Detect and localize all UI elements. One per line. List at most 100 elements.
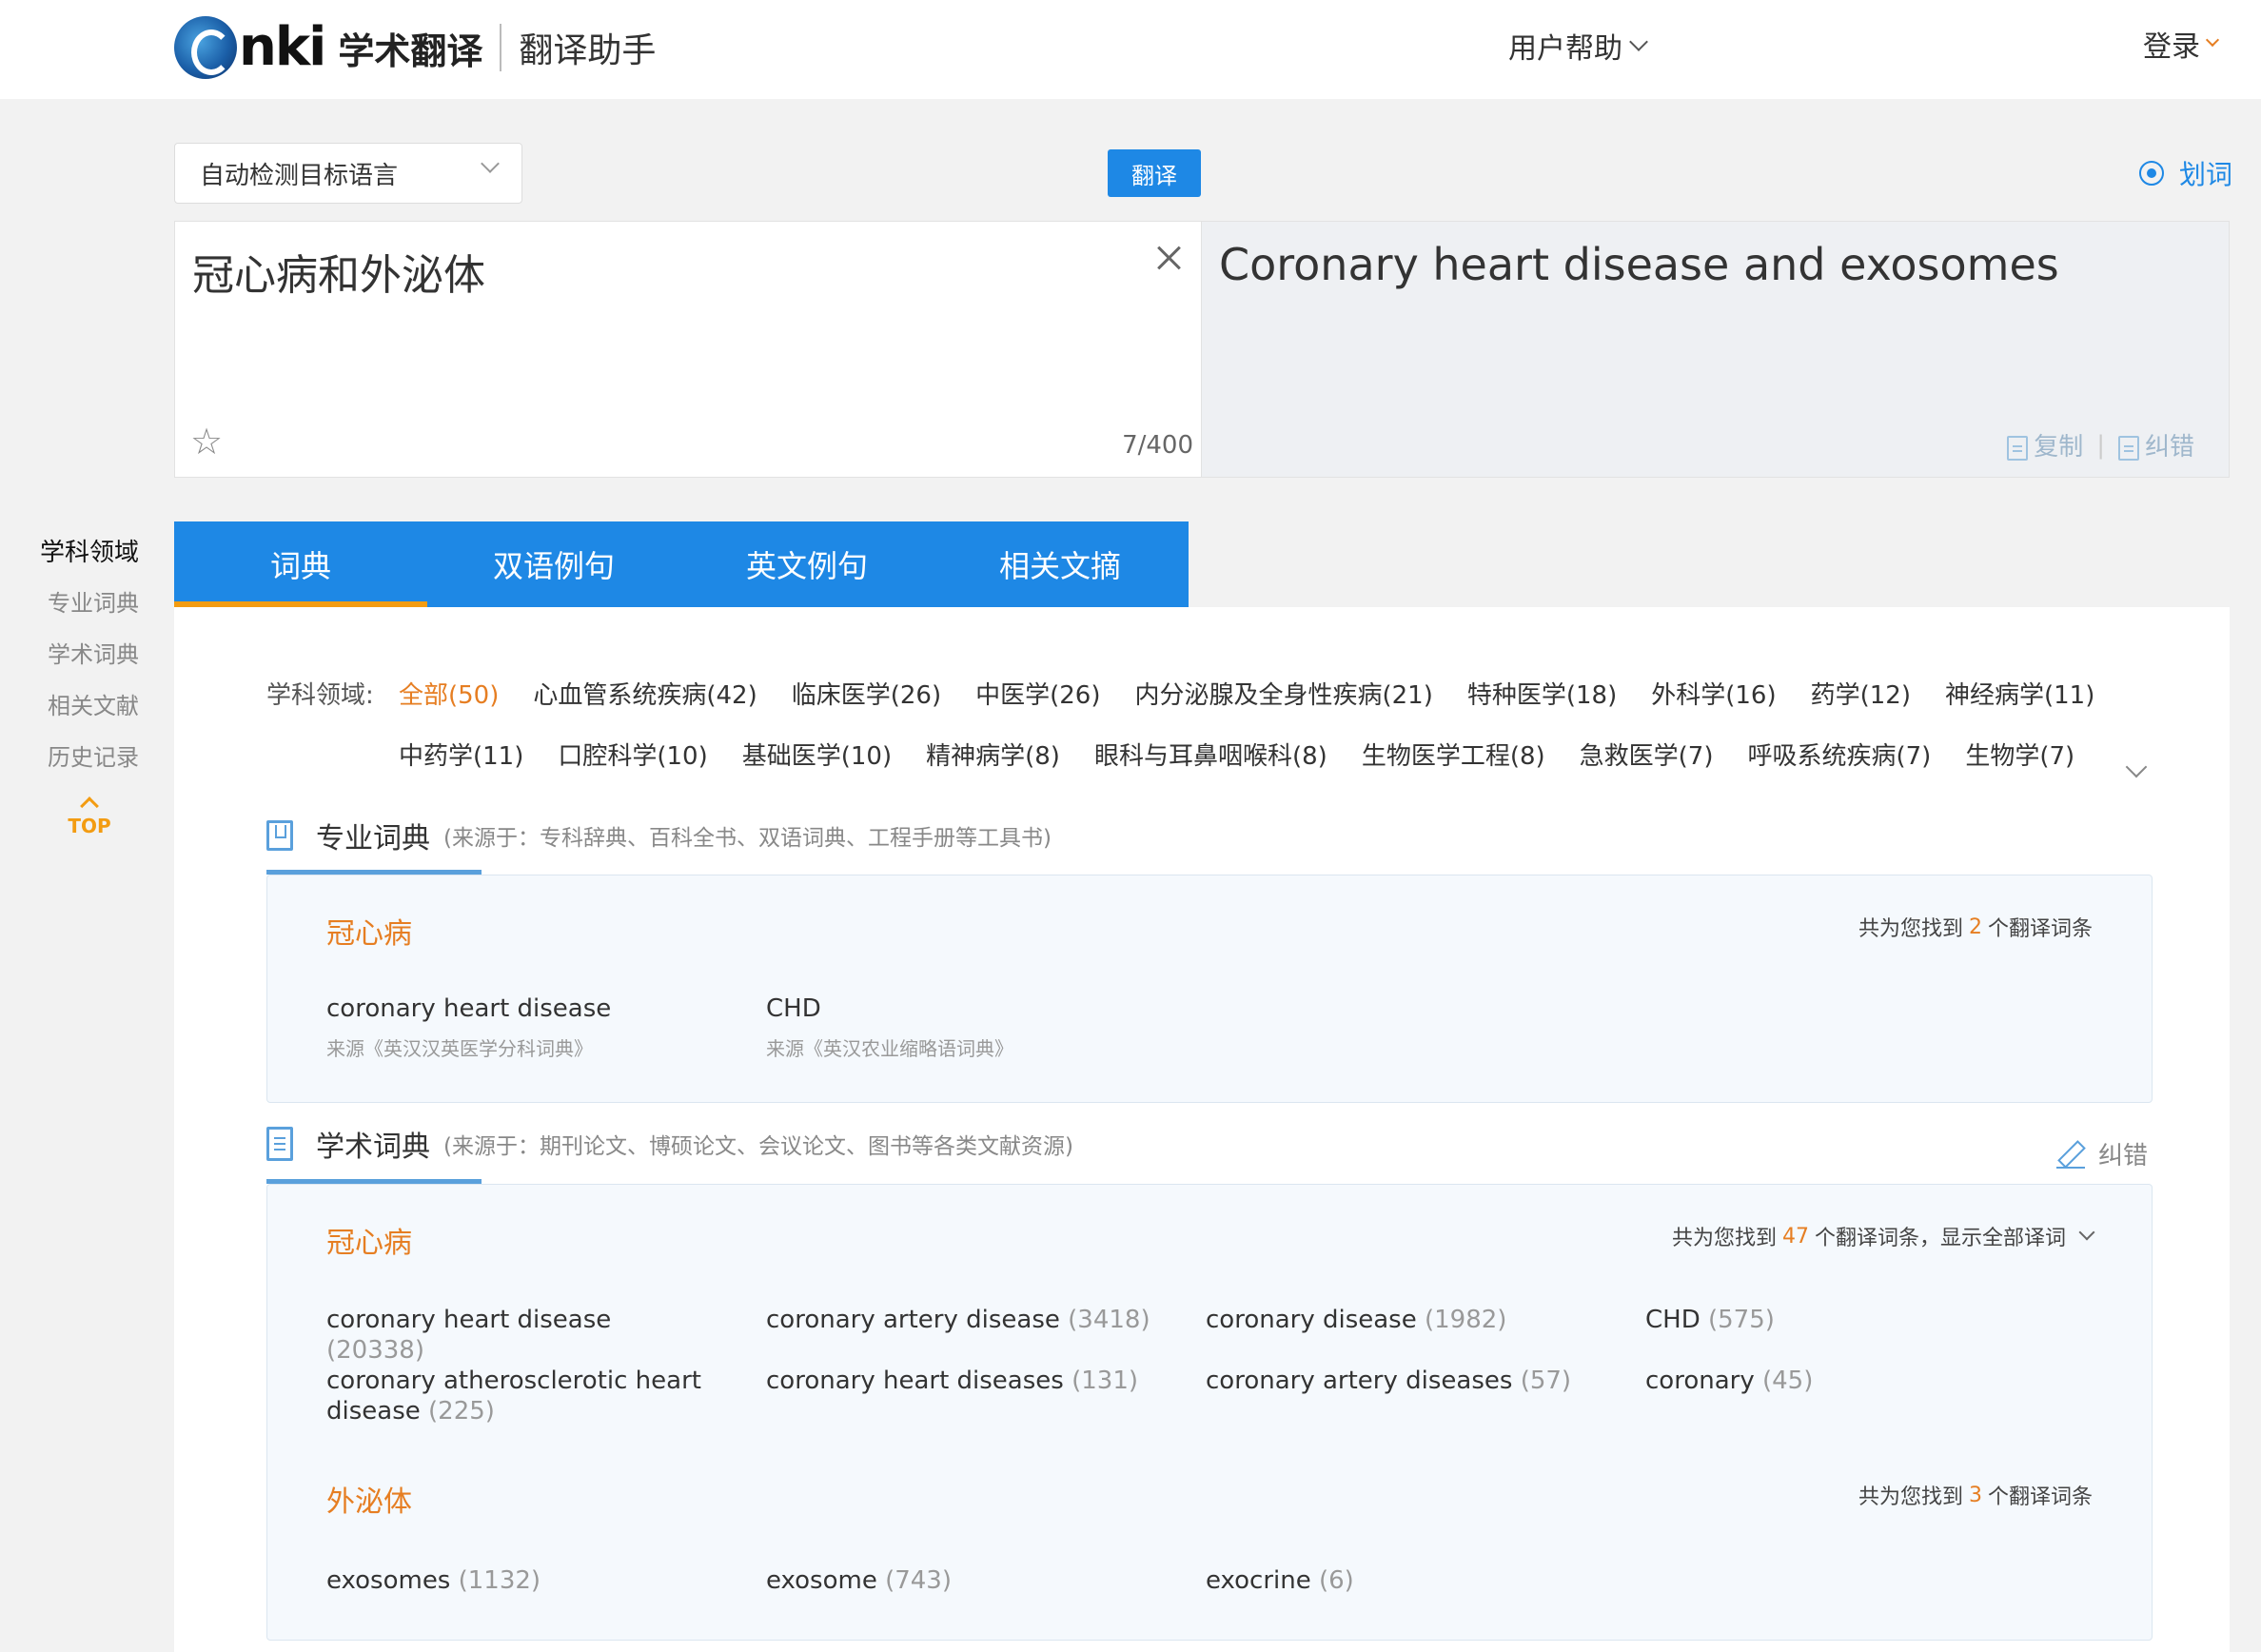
subject-filter-row-1: 全部(50) 心血管系统疾病(42) 临床医学(26) 中医学(26) 内分泌腺… <box>399 676 2094 711</box>
source-text-area[interactable]: 冠心病和外泌体 ☆ 7/400 <box>174 221 1202 478</box>
assistant-title: 翻译助手 <box>519 31 657 70</box>
tab-related-abstracts[interactable]: 相关文摘 <box>934 521 1187 607</box>
entry-text[interactable]: exocrine <box>1206 1566 1311 1595</box>
chevron-down-icon <box>1629 32 1648 51</box>
found-post: 个翻译词条 <box>1987 1485 2093 1509</box>
subject-filter[interactable]: 特种医学(18) <box>1467 676 1617 711</box>
favorite-star-icon[interactable]: ☆ <box>190 423 223 460</box>
back-to-top-button[interactable]: TOP <box>67 796 112 837</box>
nav-item-pro-dict[interactable]: 专业词典 <box>48 584 139 618</box>
subject-filter[interactable]: 心血管系统疾病(42) <box>533 676 757 711</box>
target-language-value: 自动检测目标语言 <box>200 161 399 190</box>
acad-entry[interactable]: coronary heart diseases (131) <box>766 1366 1166 1396</box>
subject-filter[interactable]: 药学(12) <box>1811 676 1911 711</box>
tab-dictionary[interactable]: 词典 <box>174 521 427 607</box>
acad-entry[interactable]: coronary disease (1982) <box>1206 1305 1605 1335</box>
pro-dict-header: 专业词典 (来源于：专科辞典、百科全书、双语词典、工程手册等工具书) <box>266 815 1052 856</box>
subject-filter[interactable]: 眼科与耳鼻咽喉科(8) <box>1094 737 1327 772</box>
nav-item-related-docs[interactable]: 相关文献 <box>48 687 139 720</box>
subject-filter[interactable]: 精神病学(8) <box>926 737 1060 772</box>
subject-filter[interactable]: 生物学(7) <box>1965 737 2074 772</box>
subject-filter[interactable]: 急救医学(7) <box>1580 737 1714 772</box>
top-label: TOP <box>68 815 111 837</box>
nav-item-history[interactable]: 历史记录 <box>48 738 139 772</box>
subject-label: 学科领域: <box>266 681 374 710</box>
entry-text[interactable]: coronary heart disease <box>326 1306 611 1334</box>
entry-text[interactable]: coronary <box>1645 1367 1755 1395</box>
nav-item-acad-dict[interactable]: 学术词典 <box>48 636 139 669</box>
correct-label: 纠错 <box>2144 433 2194 462</box>
entry-text[interactable]: exosomes <box>326 1566 450 1595</box>
tab-bilingual-examples[interactable]: 双语例句 <box>427 521 680 607</box>
subject-filter[interactable]: 外科学(16) <box>1651 676 1776 711</box>
login-menu[interactable]: 登录 <box>2143 23 2220 65</box>
acad-entry[interactable]: CHD (575) <box>1645 1305 2045 1335</box>
acad-entry[interactable]: coronary artery disease (3418) <box>766 1305 1166 1335</box>
subject-filter[interactable]: 内分泌腺及全身性疾病(21) <box>1135 676 1433 711</box>
acad-dict-box: 冠心病 共为您找到 47 个翻译词条，显示全部译词 coronary heart… <box>266 1184 2153 1641</box>
subject-filter[interactable]: 呼吸系统疾病(7) <box>1748 737 1932 772</box>
subject-filter[interactable]: 生物医学工程(8) <box>1362 737 1545 772</box>
help-menu[interactable]: 用户帮助 <box>1508 25 1648 67</box>
target-language-select[interactable]: 自动检测目标语言 <box>174 143 522 204</box>
entry-count: (1132) <box>458 1566 541 1595</box>
entry-source: 来源《英汉汉英医学分科词典》 <box>326 1037 593 1060</box>
acad-entry[interactable]: coronary heart disease (20338) <box>326 1305 707 1366</box>
expand-subjects-chevron-icon[interactable] <box>2125 756 2148 778</box>
entry-text[interactable]: coronary atherosclerotic heart disease <box>326 1367 701 1426</box>
copy-icon <box>2007 435 2029 461</box>
logo-brand: nki <box>239 16 326 78</box>
subject-filter[interactable]: 神经病学(11) <box>1945 676 2094 711</box>
entry-text[interactable]: CHD <box>1645 1306 1701 1334</box>
entry-text[interactable]: coronary artery disease <box>766 1306 1060 1334</box>
subject-filter[interactable]: 中医学(26) <box>975 676 1100 711</box>
correct-button[interactable]: 纠错 <box>2117 427 2194 462</box>
chevron-down-icon <box>2078 1224 2095 1241</box>
entry-text[interactable]: exosome <box>766 1566 877 1595</box>
dict-entry[interactable]: coronary heart disease 来源《英汉汉英医学分科词典》 <box>326 993 611 1064</box>
entry-count: (3418) <box>1068 1306 1150 1334</box>
result-actions: 复制 | 纠错 <box>2007 427 2194 462</box>
acad-entry[interactable]: coronary (45) <box>1645 1366 2045 1396</box>
acad-entry[interactable]: exosomes (1132) <box>326 1565 707 1596</box>
subject-filter[interactable]: 口腔科学(10) <box>558 737 707 772</box>
entry-text[interactable]: CHD <box>766 994 821 1023</box>
entry-text[interactable]: coronary heart disease <box>326 994 611 1023</box>
subject-filter[interactable]: 中药学(11) <box>399 737 523 772</box>
pro-dict-title: 专业词典 <box>316 822 430 856</box>
entry-text[interactable]: coronary artery diseases <box>1206 1367 1512 1395</box>
acad-entry[interactable]: coronary atherosclerotic heart disease (… <box>326 1366 707 1426</box>
subject-filter[interactable]: 临床医学(26) <box>792 676 941 711</box>
entry-text[interactable]: coronary disease <box>1206 1306 1417 1334</box>
acad-correct-button[interactable]: 纠错 <box>2056 1136 2148 1171</box>
pro-dict-found: 共为您找到 2 个翻译词条 <box>1858 912 2093 942</box>
subject-filter-all[interactable]: 全部(50) <box>399 676 499 711</box>
found-pre: 共为您找到 <box>1858 917 1963 941</box>
acad-found-2: 共为您找到 3 个翻译词条 <box>1858 1480 2093 1510</box>
action-divider: | <box>2096 430 2105 460</box>
entry-count: (57) <box>1520 1367 1572 1395</box>
acad-dict-title: 学术词典 <box>316 1131 430 1164</box>
clear-icon[interactable] <box>1153 243 1184 273</box>
acad-found-1[interactable]: 共为您找到 47 个翻译词条，显示全部译词 <box>1672 1221 2095 1251</box>
entry-count: (6) <box>1318 1566 1354 1595</box>
translate-button[interactable]: 翻译 <box>1108 149 1201 197</box>
source-text[interactable]: 冠心病和外泌体 <box>192 241 485 302</box>
logo-divider <box>500 24 502 71</box>
nav-title[interactable]: 学科领域 <box>40 533 139 568</box>
acad-entry[interactable]: exosome (743) <box>766 1565 1166 1596</box>
acad-entry[interactable]: coronary artery diseases (57) <box>1206 1366 1605 1396</box>
tab-english-examples[interactable]: 英文例句 <box>680 521 934 607</box>
radio-on-icon <box>2139 161 2164 186</box>
found-post: 个翻译词条 <box>1987 917 2093 941</box>
acad-entry[interactable]: exocrine (6) <box>1206 1565 1605 1596</box>
dictionary-panel: 学科领域: 全部(50) 心血管系统疾病(42) 临床医学(26) 中医学(26… <box>174 607 2230 1652</box>
copy-button[interactable]: 复制 <box>2007 427 2083 462</box>
entry-text[interactable]: coronary heart diseases <box>766 1367 1064 1395</box>
subject-filter[interactable]: 基础医学(10) <box>742 737 892 772</box>
dict-entry[interactable]: CHD 来源《英汉农业缩略语词典》 <box>766 993 1013 1064</box>
login-label: 登录 <box>2143 30 2200 64</box>
globe-logo-icon <box>174 16 237 79</box>
word-pick-toggle[interactable]: 划词 <box>2139 154 2232 192</box>
cnki-logo[interactable]: nki 学术翻译 翻译助手 <box>174 13 656 82</box>
